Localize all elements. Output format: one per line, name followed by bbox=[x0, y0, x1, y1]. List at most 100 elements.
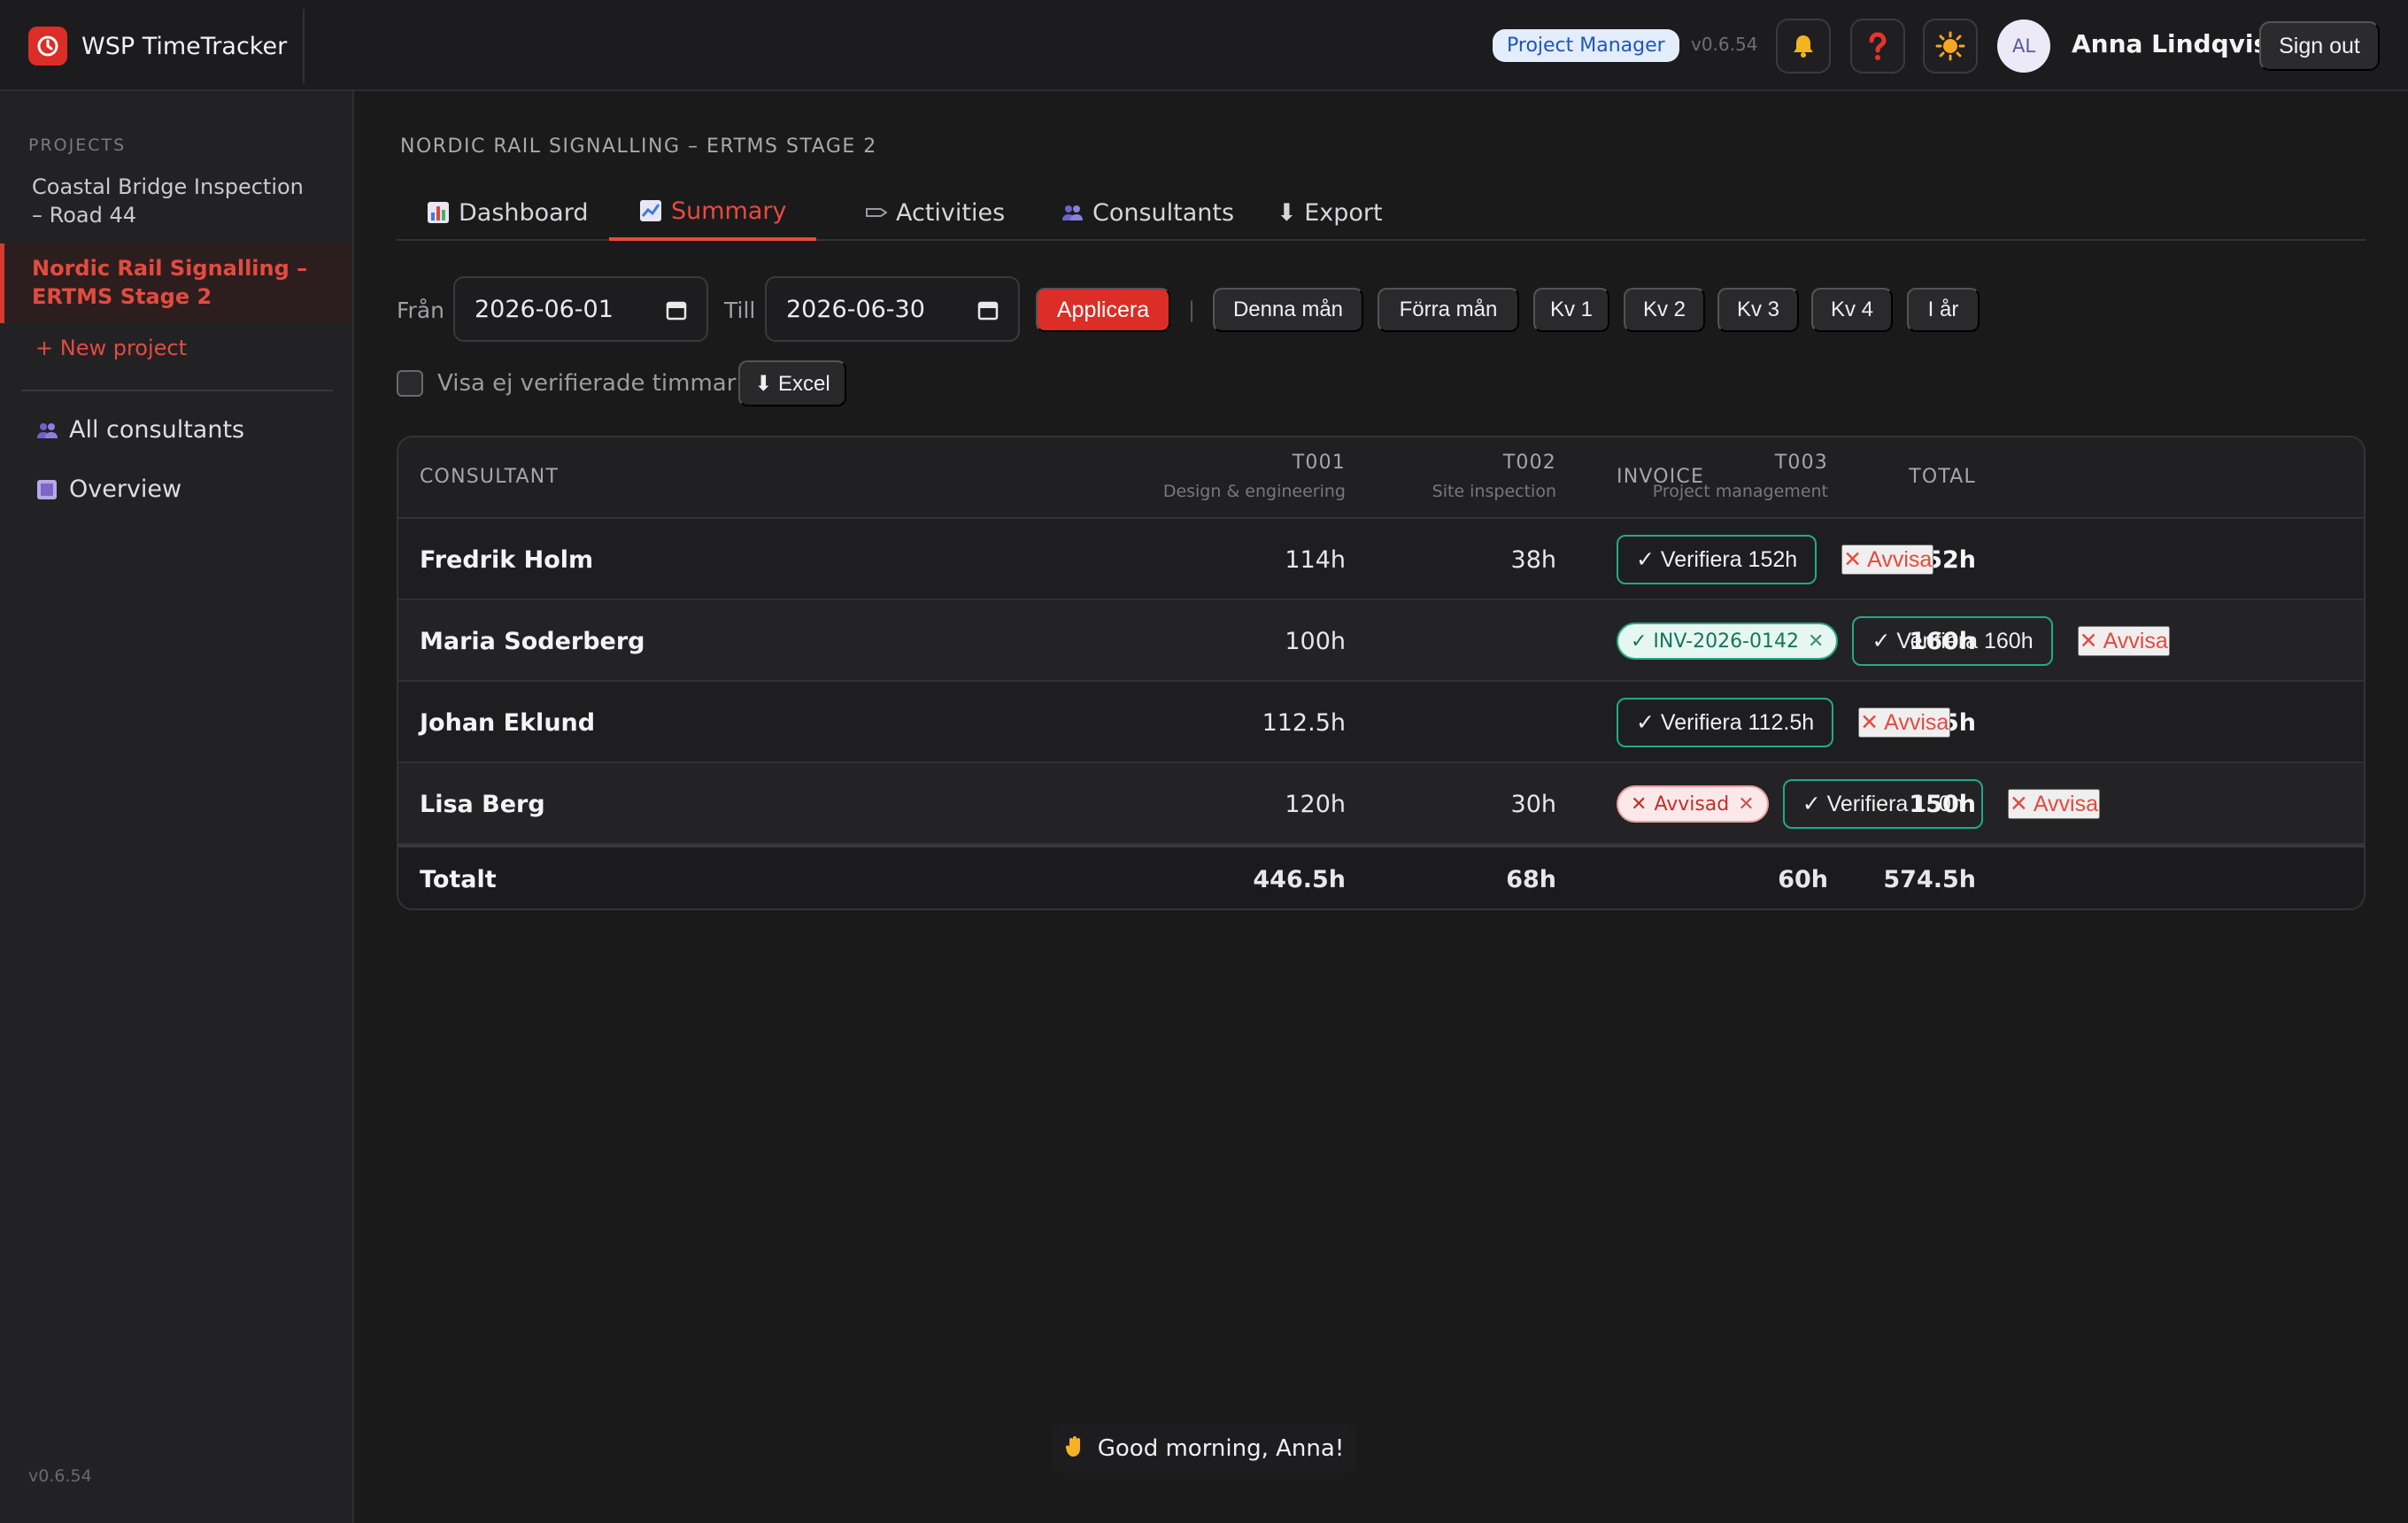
consultant-name: Fredrik Holm bbox=[420, 545, 594, 574]
theme-sun-icon bbox=[1935, 31, 1965, 61]
consultant-name: Johan Eklund bbox=[420, 708, 596, 737]
line-chart-icon bbox=[639, 199, 662, 222]
invoice-actions: ✓ Verifiera 152h ✕ Avvisa bbox=[1617, 519, 1934, 600]
t002-hours: 30h bbox=[1510, 790, 1556, 818]
to-date-input[interactable]: 2026-06-30 bbox=[765, 276, 1020, 342]
sidebar-item-overview[interactable]: Overview bbox=[35, 475, 181, 503]
table-header: CONSULTANT T001 Design & engineering T00… bbox=[398, 437, 2364, 519]
preset-q2[interactable]: Kv 2 bbox=[1624, 288, 1705, 332]
preset-q3[interactable]: Kv 3 bbox=[1717, 288, 1799, 332]
reject-button[interactable]: ✕ Avvisa bbox=[2077, 626, 2170, 656]
help-icon bbox=[1869, 32, 1887, 60]
role-badge: Project Manager bbox=[1493, 29, 1679, 62]
preset-q1[interactable]: Kv 1 bbox=[1533, 288, 1609, 332]
to-label: Till bbox=[724, 298, 756, 323]
col-invoice: INVOICE bbox=[1617, 466, 1705, 488]
consultant-name: Maria Soderberg bbox=[420, 627, 645, 655]
tab-consultants[interactable]: Consultants bbox=[1030, 184, 1264, 241]
header-divider bbox=[303, 9, 305, 83]
apply-button[interactable]: Applicera bbox=[1036, 288, 1170, 332]
col-t002: T002 bbox=[1502, 452, 1556, 474]
table-row: Johan Eklund 112.5h 112.5h ✓ Verifiera 1… bbox=[398, 682, 2364, 763]
col-t001: T001 bbox=[1292, 452, 1346, 474]
table-row: Fredrik Holm 114h 38h 152h ✓ Verifiera 1… bbox=[398, 519, 2364, 600]
filter-separator: | bbox=[1188, 298, 1196, 322]
calendar-icon[interactable] bbox=[977, 299, 999, 327]
bar-chart-icon bbox=[427, 201, 450, 224]
verify-button[interactable]: ✓ Verifiera 160h bbox=[1852, 616, 2053, 666]
calendar-icon[interactable] bbox=[666, 299, 687, 327]
reject-button[interactable]: ✕ Avvisa bbox=[1858, 707, 1951, 738]
remove-rejection-icon[interactable]: ✕ bbox=[1738, 793, 1754, 816]
invoice-actions: ✓ Verifiera 112.5h ✕ Avvisa bbox=[1617, 682, 1951, 763]
t001-hours: 120h bbox=[1285, 790, 1346, 818]
col-t003: T003 bbox=[1774, 452, 1828, 474]
tab-export[interactable]: ⬇ Export bbox=[1246, 184, 1413, 241]
t003-total: 60h bbox=[1778, 865, 1828, 893]
help-button[interactable] bbox=[1850, 19, 1905, 73]
preset-last-month[interactable]: Förra mån bbox=[1378, 288, 1519, 332]
avatar[interactable]: AL bbox=[1997, 19, 2050, 73]
user-name: Anna Lindqvist bbox=[2072, 29, 2281, 58]
close-icon: ✕ bbox=[1843, 547, 1863, 572]
t002-hours: 38h bbox=[1510, 545, 1556, 574]
t001-total: 446.5h bbox=[1253, 865, 1346, 893]
reject-button[interactable]: ✕ Avvisa bbox=[2007, 789, 2101, 819]
tab-dashboard[interactable]: Dashboard bbox=[397, 184, 618, 241]
greeting-toast: Good morning, Anna! bbox=[1052, 1424, 1356, 1473]
sidebar-item-label: All consultants bbox=[69, 416, 245, 444]
waving-hand-icon bbox=[1064, 1434, 1087, 1464]
excel-export-button[interactable]: ⬇ Excel bbox=[738, 360, 846, 406]
close-icon: ✕ bbox=[2079, 629, 2098, 653]
app-name: WSP TimeTracker bbox=[81, 32, 288, 60]
sidebar-item-all-consultants[interactable]: All consultants bbox=[35, 416, 244, 444]
verify-button[interactable]: ✓ Verifiera 152h bbox=[1617, 535, 1818, 584]
col-total: TOTAL bbox=[1909, 466, 1976, 488]
table-row: Maria Soderberg 100h 60h 160h ✓ INV-2026… bbox=[398, 600, 2364, 682]
sidebar: PROJECTS Coastal Bridge Inspection – Roa… bbox=[0, 91, 354, 1523]
grand-total: 574.5h bbox=[1883, 865, 1976, 893]
t001-hours: 114h bbox=[1285, 545, 1346, 574]
tab-summary[interactable]: Summary bbox=[609, 184, 817, 241]
sidebar-project-coastal-bridge[interactable]: Coastal Bridge Inspection – Road 44 bbox=[0, 173, 352, 229]
breadcrumb: NORDIC RAIL SIGNALLING – ERTMS STAGE 2 bbox=[400, 135, 877, 158]
close-icon: ✕ bbox=[1860, 710, 1879, 735]
table-row: Lisa Berg 120h 30h 150h ✕ Avvisad ✕ ✓ Ve… bbox=[398, 763, 2364, 845]
people-icon bbox=[1061, 203, 1084, 222]
sidebar-project-nordic-rail[interactable]: Nordic Rail Signalling – ERTMS Stage 2 bbox=[0, 244, 352, 323]
verify-button[interactable]: ✓ Verifiera 112.5h bbox=[1617, 698, 1834, 747]
theme-toggle-button[interactable] bbox=[1923, 19, 1978, 73]
preset-q4[interactable]: Kv 4 bbox=[1811, 288, 1893, 332]
consultant-name: Lisa Berg bbox=[420, 790, 545, 818]
sign-out-button[interactable]: Sign out bbox=[2259, 21, 2380, 71]
sidebar-item-label: Overview bbox=[69, 475, 182, 503]
tag-icon bbox=[866, 205, 887, 220]
from-date-input[interactable]: 2026-06-01 bbox=[453, 276, 708, 342]
preset-this-month[interactable]: Denna mån bbox=[1213, 288, 1363, 332]
invoice-actions: ✓ INV-2026-0142 ✕ ✓ Verifiera 160h ✕ Avv… bbox=[1617, 600, 2170, 682]
unverified-toggle[interactable]: Visa ej verifierade timmar bbox=[397, 370, 736, 397]
bell-icon bbox=[1794, 35, 1813, 58]
col-consultant: CONSULTANT bbox=[420, 466, 560, 488]
projects-heading: PROJECTS bbox=[28, 135, 127, 155]
t001-hours: 100h bbox=[1285, 627, 1346, 655]
invoice-tag: ✓ INV-2026-0142 ✕ bbox=[1617, 622, 1839, 660]
tab-activities[interactable]: Activities bbox=[836, 184, 1035, 241]
unverified-checkbox[interactable] bbox=[397, 370, 423, 397]
t001-hours: 112.5h bbox=[1262, 708, 1346, 737]
summary-table: CONSULTANT T001 Design & engineering T00… bbox=[397, 436, 2366, 910]
t002-total: 68h bbox=[1506, 865, 1556, 893]
preset-this-year[interactable]: I år bbox=[1907, 288, 1980, 332]
top-bar: WSP TimeTracker Project Manager v0.6.54 … bbox=[0, 0, 2408, 91]
people-icon bbox=[35, 419, 58, 442]
invoice-actions: ✕ Avvisad ✕ ✓ Verifiera 150h ✕ Avvisa bbox=[1617, 763, 2101, 845]
notifications-button[interactable] bbox=[1776, 19, 1831, 73]
reject-button[interactable]: ✕ Avvisa bbox=[1841, 545, 1934, 575]
new-project-link[interactable]: + New project bbox=[35, 336, 187, 360]
brand[interactable]: WSP TimeTracker bbox=[28, 27, 287, 66]
sidebar-divider bbox=[21, 390, 333, 391]
remove-invoice-icon[interactable]: ✕ bbox=[1808, 630, 1824, 653]
unverified-label: Visa ej verifierade timmar bbox=[437, 370, 737, 397]
verify-button[interactable]: ✓ Verifiera 150h bbox=[1782, 779, 1983, 829]
col-t002-sub: Site inspection bbox=[1432, 482, 1556, 501]
